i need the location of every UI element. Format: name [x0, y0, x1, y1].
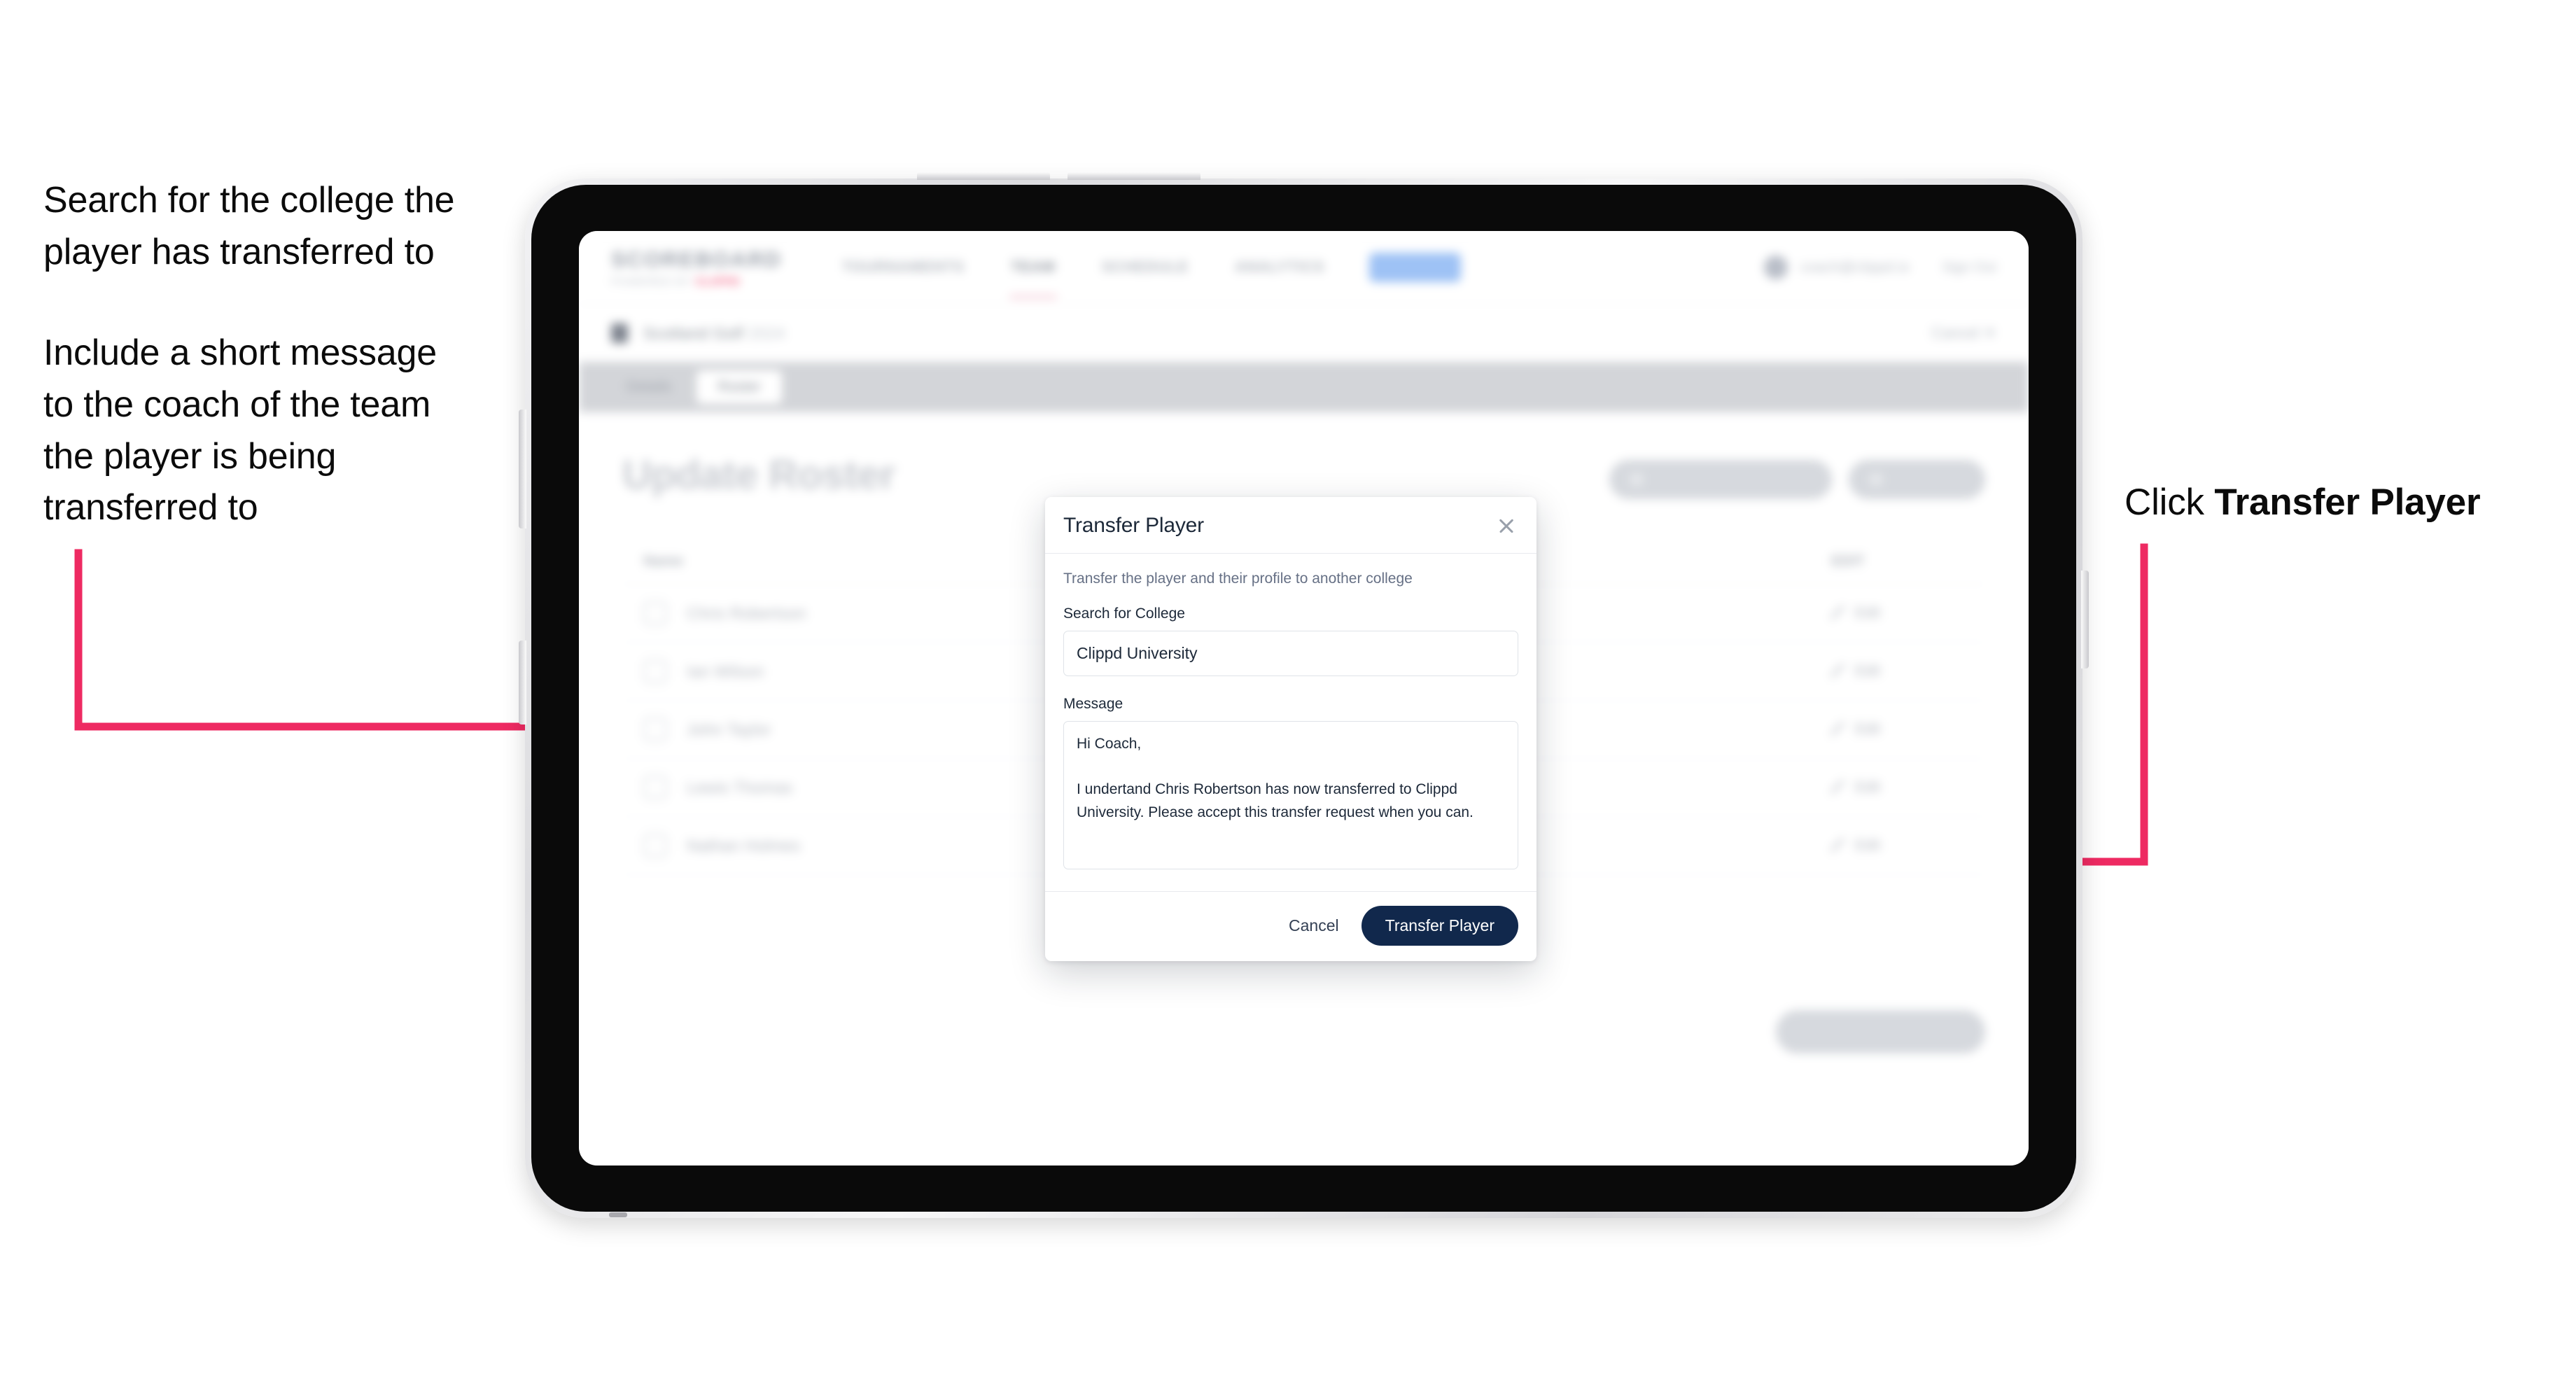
- speaker-grill: [609, 1212, 627, 1217]
- pencil-icon: [1831, 606, 1845, 620]
- brand-name: SCOREBOARD: [611, 247, 782, 272]
- edit-label: Edit: [1855, 721, 1881, 737]
- annotation-click-prefix: Click: [2124, 482, 2215, 523]
- edit-player-link[interactable]: Edit: [1831, 605, 1964, 622]
- save-roster-wrapper: Save Roster Changes: [1775, 1010, 1985, 1054]
- edit-label: Edit: [1855, 837, 1881, 853]
- avatar[interactable]: [1764, 255, 1788, 279]
- nav-item-tournaments[interactable]: TOURNAMENTS: [841, 255, 966, 280]
- annotation-include-message: Include a short message to the coach of …: [43, 332, 437, 528]
- pencil-icon: [1831, 780, 1845, 794]
- college-field-label: Search for College: [1063, 606, 1185, 622]
- brand-tagline-prefix: POWERED BY: [611, 276, 692, 288]
- request-player-transfer-label: Request Player Transfer: [1652, 471, 1812, 487]
- edit-player-link[interactable]: Edit: [1831, 663, 1964, 680]
- edit-label: Edit: [1855, 605, 1881, 621]
- top-nav-items: TOURNAMENTS TEAM SCHEDULE ANALYTICS MORE: [841, 253, 1462, 298]
- brand-tagline-accent: CLIPPD: [696, 276, 741, 288]
- app-top-navigation: SCOREBOARD POWERED BY CLIPPD TOURNAMENTS…: [579, 231, 2029, 304]
- nav-item-analytics[interactable]: ANALYTICS: [1233, 255, 1326, 280]
- brand-logo[interactable]: SCOREBOARD POWERED BY CLIPPD: [611, 247, 800, 288]
- pencil-icon: [1831, 839, 1845, 853]
- cancel-button[interactable]: Cancel: [1284, 909, 1343, 942]
- row-checkbox[interactable]: [643, 659, 667, 683]
- breadcrumb-secondary: 2024: [743, 323, 785, 342]
- edit-label: Edit: [1855, 663, 1881, 679]
- modal-subtitle: Transfer the player and their profile to…: [1063, 570, 1413, 587]
- row-checkbox[interactable]: [643, 718, 667, 741]
- annotation-search-college: Search for the college the player has tr…: [43, 180, 455, 272]
- column-header-edit: EDIT: [1831, 553, 1865, 569]
- edit-label: Edit: [1855, 779, 1881, 795]
- modal-footer: Cancel Transfer Player: [1045, 891, 1536, 961]
- nav-item-schedule[interactable]: SCHEDULE: [1100, 255, 1190, 280]
- transfer-icon: [1630, 473, 1643, 486]
- search-college-input[interactable]: [1063, 631, 1518, 676]
- message-field-label: Message: [1063, 696, 1124, 712]
- transfer-player-button[interactable]: Transfer Player: [1361, 906, 1518, 946]
- building-icon: [611, 323, 628, 343]
- annotation-click-transfer: Click Transfer Player: [2124, 476, 2558, 528]
- breadcrumb-primary: Scotland Golf: [643, 323, 744, 342]
- pencil-icon: [1831, 664, 1845, 678]
- tab-roster[interactable]: Roster: [696, 370, 783, 404]
- add-player-label: Add Player: [1892, 471, 1964, 487]
- breadcrumb: Scotland Golf 2024 Cancel ✕: [579, 304, 2029, 362]
- edit-player-link[interactable]: Edit: [1831, 721, 1964, 738]
- annotation-click-target: Transfer Player: [2214, 482, 2481, 523]
- volume-up-button[interactable]: [917, 172, 1050, 180]
- plus-icon: [1870, 473, 1883, 486]
- power-button[interactable]: [519, 410, 526, 528]
- add-player-button[interactable]: Add Player: [1849, 460, 1985, 499]
- modal-title: Transfer Player: [1063, 514, 1204, 537]
- close-icon[interactable]: [1494, 514, 1518, 538]
- content-action-buttons: Request Player Transfer Add Player: [1609, 460, 1985, 499]
- transfer-player-modal: Transfer Player Transfer the player and …: [1045, 497, 1536, 961]
- pencil-connector: [2081, 570, 2089, 668]
- tab-strip: Details Roster: [579, 362, 2029, 412]
- modal-body: Transfer the player and their profile to…: [1045, 554, 1536, 891]
- volume-down-button[interactable]: [1068, 172, 1200, 180]
- user-email: coach@clippd.io: [1800, 259, 1910, 275]
- row-checkbox[interactable]: [643, 601, 667, 625]
- brand-tagline: POWERED BY CLIPPD: [611, 276, 800, 288]
- row-checkbox[interactable]: [643, 834, 667, 858]
- message-textarea[interactable]: Hi Coach, I undertand Chris Robertson ha…: [1063, 721, 1518, 869]
- edit-player-link[interactable]: Edit: [1831, 779, 1964, 796]
- save-roster-button[interactable]: Save Roster Changes: [1775, 1010, 1985, 1054]
- side-button[interactable]: [519, 640, 526, 724]
- sign-out-link[interactable]: Sign Out: [1942, 260, 1996, 276]
- request-player-transfer-button[interactable]: Request Player Transfer: [1609, 460, 1833, 499]
- edit-player-link[interactable]: Edit: [1831, 837, 1964, 854]
- nav-item-more[interactable]: MORE: [1369, 253, 1462, 282]
- breadcrumb-text[interactable]: Scotland Golf 2024: [643, 324, 785, 343]
- modal-header: Transfer Player: [1045, 497, 1536, 554]
- breadcrumb-cancel[interactable]: Cancel ✕: [1931, 324, 1996, 342]
- tab-details[interactable]: Details: [606, 370, 692, 404]
- top-nav-right: coach@clippd.io Sign Out: [1764, 255, 1996, 279]
- pencil-icon: [1831, 722, 1845, 736]
- nav-item-team[interactable]: TEAM: [1009, 255, 1057, 298]
- row-checkbox[interactable]: [643, 776, 667, 799]
